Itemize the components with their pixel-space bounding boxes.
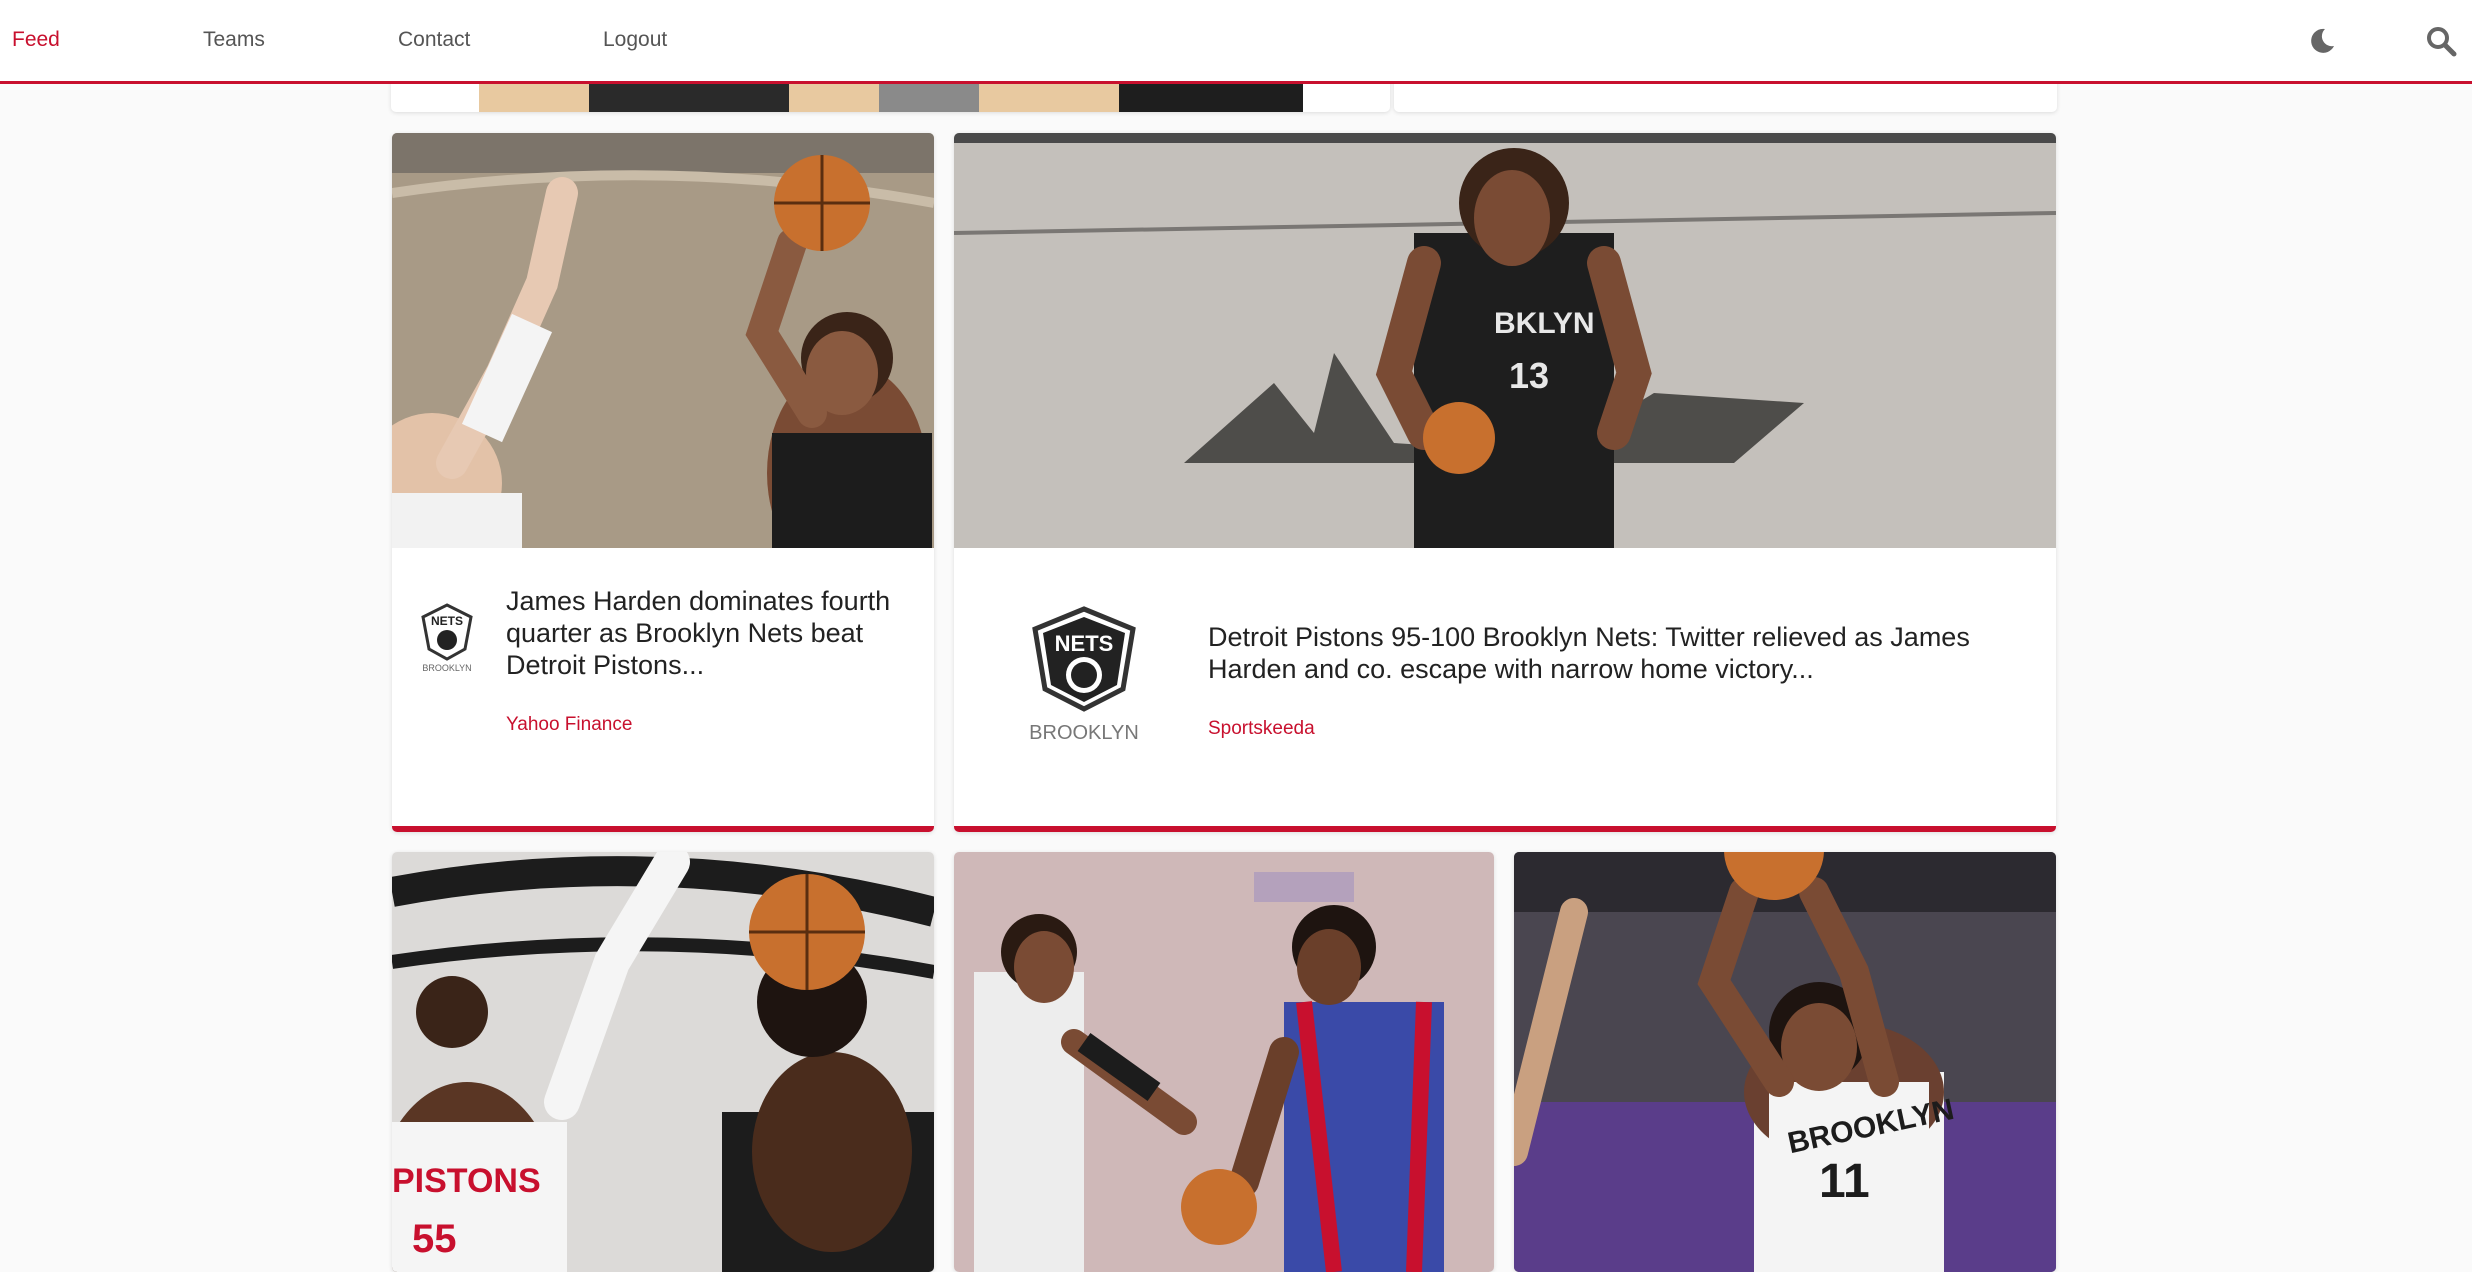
article-card[interactable]: BROOKLYN 11 xyxy=(1514,852,2056,1272)
article-source[interactable]: Sportskeeda xyxy=(1208,718,1315,740)
article-card-wide[interactable]: BKLYN 13 NETS BROOKLYN Detroit Pistons 9… xyxy=(954,133,2056,832)
team-logo-text: NETS xyxy=(431,614,463,628)
article-photo: PISTONS 55 xyxy=(392,852,934,1272)
jersey-number: 55 xyxy=(412,1217,457,1261)
card-accent-bar xyxy=(392,826,934,832)
search-icon[interactable] xyxy=(2424,24,2458,58)
article-photo xyxy=(392,133,934,548)
article-card[interactable] xyxy=(954,852,1494,1272)
article-headline[interactable]: Detroit Pistons 95-100 Brooklyn Nets: Tw… xyxy=(1208,621,2008,685)
card-accent-bar xyxy=(954,826,2056,832)
team-logo-text: NETS xyxy=(1055,631,1114,656)
nav-contact-link[interactable]: Contact xyxy=(398,28,470,52)
jersey-text: PISTONS xyxy=(392,1162,541,1200)
team-logo-subtext: BROOKLYN xyxy=(422,663,471,673)
article-headline[interactable]: James Harden dominates fourth quarter as… xyxy=(506,585,918,681)
article-photo: BKLYN 13 xyxy=(954,133,2056,548)
top-navbar: Feed Teams Contact Logout xyxy=(0,0,2472,84)
article-photo: BROOKLYN 11 xyxy=(1514,852,2056,1272)
jersey-number: 13 xyxy=(1509,355,1549,396)
jersey-number: 11 xyxy=(1819,1155,1870,1208)
article-card[interactable]: PISTONS 55 xyxy=(392,852,934,1272)
team-logo-subtext: BROOKLYN xyxy=(1029,722,1139,744)
team-logo: NETS BROOKLYN xyxy=(417,603,477,675)
article-source[interactable]: Yahoo Finance xyxy=(506,714,632,736)
jersey-text: BKLYN xyxy=(1494,307,1595,340)
nav-logout-link[interactable]: Logout xyxy=(603,28,667,52)
team-logo: NETS BROOKLYN xyxy=(1029,605,1139,745)
nav-feed-link[interactable]: Feed xyxy=(12,28,60,52)
article-photo xyxy=(954,852,1494,1272)
nav-teams-link[interactable]: Teams xyxy=(203,28,265,52)
moon-icon[interactable] xyxy=(2305,24,2339,58)
article-card[interactable]: NETS BROOKLYN James Harden dominates fou… xyxy=(392,133,934,832)
